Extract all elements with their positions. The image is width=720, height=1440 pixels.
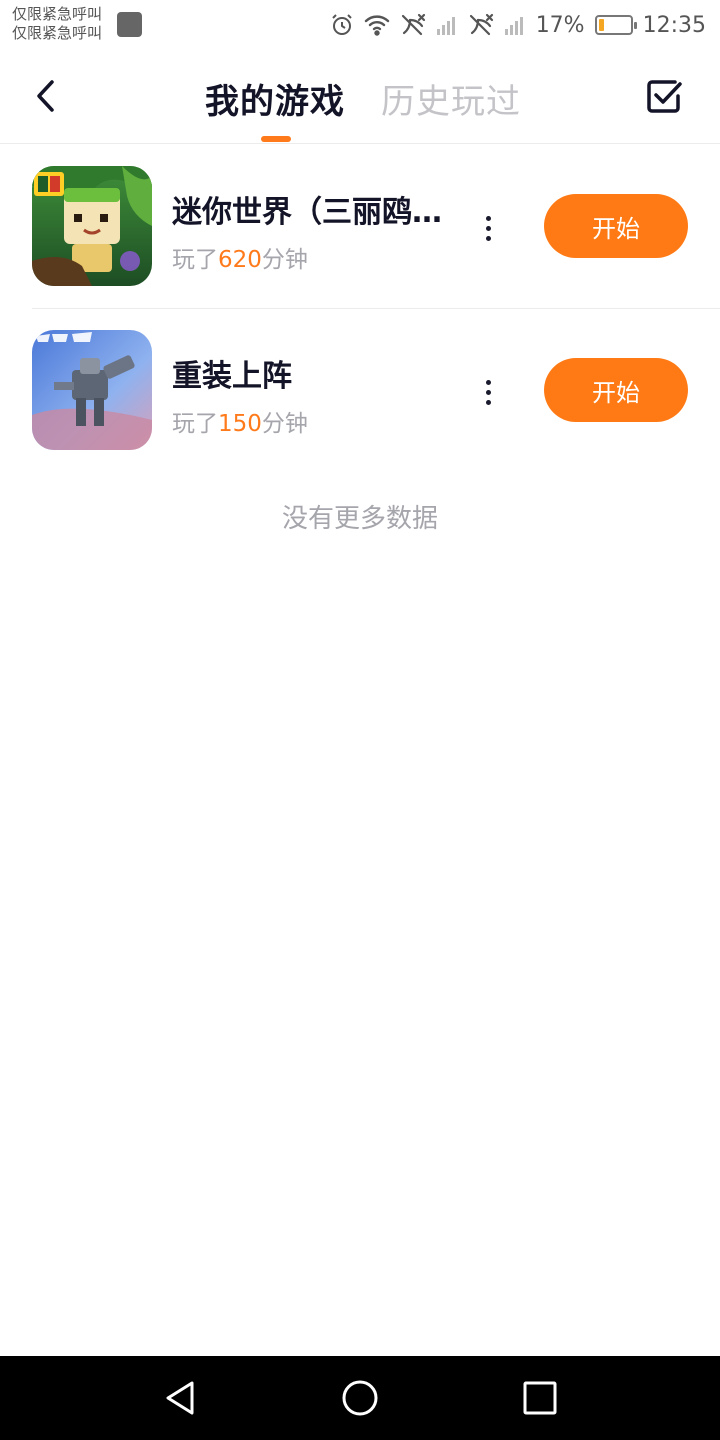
start-button[interactable]: 开始 — [544, 194, 688, 258]
start-button[interactable]: 开始 — [544, 358, 688, 422]
signal-bars-icon — [436, 13, 458, 37]
play-time-prefix: 玩了 — [172, 247, 218, 273]
play-time-minutes: 620 — [218, 247, 262, 273]
battery-percent: 17% — [535, 12, 585, 38]
more-options-button[interactable] — [476, 375, 500, 409]
home-circle-icon — [342, 1380, 378, 1416]
more-dot-icon — [485, 399, 491, 405]
play-time-prefix: 玩了 — [172, 411, 218, 437]
nav-back-button[interactable] — [160, 1378, 200, 1418]
play-time: 玩了620分钟 — [172, 240, 308, 274]
tab-indicator — [261, 136, 291, 142]
list-item[interactable]: 重装上阵 玩了150分钟 开始 — [0, 309, 720, 473]
play-time-suffix: 分钟 — [261, 411, 308, 437]
more-dot-icon — [485, 215, 491, 221]
game-list: 迷你世界（三丽鸥... 玩了620分钟 开始 重装上阵 玩了150分钟 开始 — [0, 145, 720, 473]
wifi-icon — [364, 14, 390, 36]
carrier-text: 仅限紧急呼叫 仅限紧急呼叫 — [12, 5, 102, 43]
battery-icon — [594, 15, 637, 35]
play-time: 玩了150分钟 — [172, 404, 308, 438]
play-time-minutes: 150 — [218, 411, 262, 437]
alarm-icon — [330, 13, 354, 37]
game-icon-mini-world[interactable] — [32, 166, 152, 286]
status-bar: 仅限紧急呼叫 仅限紧急呼叫 17% 12:35 — [0, 0, 720, 50]
no-signal-icon — [400, 13, 426, 37]
more-dot-icon — [485, 379, 491, 385]
clock: 12:35 — [642, 12, 706, 38]
more-options-button[interactable] — [476, 211, 500, 245]
back-triangle-icon — [166, 1381, 194, 1415]
no-more-data-text: 没有更多数据 — [281, 504, 438, 534]
tab-my-games[interactable]: 我的游戏 — [205, 74, 345, 123]
notification-icon — [117, 12, 142, 37]
signal-bars-icon — [504, 13, 526, 37]
no-signal-icon — [468, 13, 494, 37]
edit-select-button[interactable] — [644, 76, 684, 116]
status-icons: 17% 12:35 — [330, 8, 706, 42]
play-time-suffix: 分钟 — [261, 247, 308, 273]
more-dot-icon — [485, 235, 491, 241]
game-icon-heavy-armor[interactable] — [32, 330, 152, 450]
game-title: 重装上阵 — [172, 359, 292, 394]
back-button[interactable] — [26, 76, 66, 116]
carrier-line-2: 仅限紧急呼叫 — [12, 24, 103, 42]
more-dot-icon — [485, 225, 491, 231]
checkbox-icon — [647, 80, 682, 113]
navigation-bar — [0, 1356, 720, 1440]
header: 我的游戏 历史玩过 — [0, 50, 720, 144]
game-title: 迷你世界（三丽鸥... — [172, 195, 442, 230]
list-item[interactable]: 迷你世界（三丽鸥... 玩了620分钟 开始 — [0, 145, 720, 309]
more-dot-icon — [485, 389, 491, 395]
nav-home-button[interactable] — [340, 1378, 380, 1418]
tab-history[interactable]: 历史玩过 — [381, 74, 521, 123]
nav-recents-button[interactable] — [520, 1378, 560, 1418]
back-arrow-icon — [37, 80, 54, 112]
carrier-line-1: 仅限紧急呼叫 — [12, 5, 103, 23]
battery-level — [598, 19, 605, 31]
recents-square-icon — [523, 1381, 557, 1415]
